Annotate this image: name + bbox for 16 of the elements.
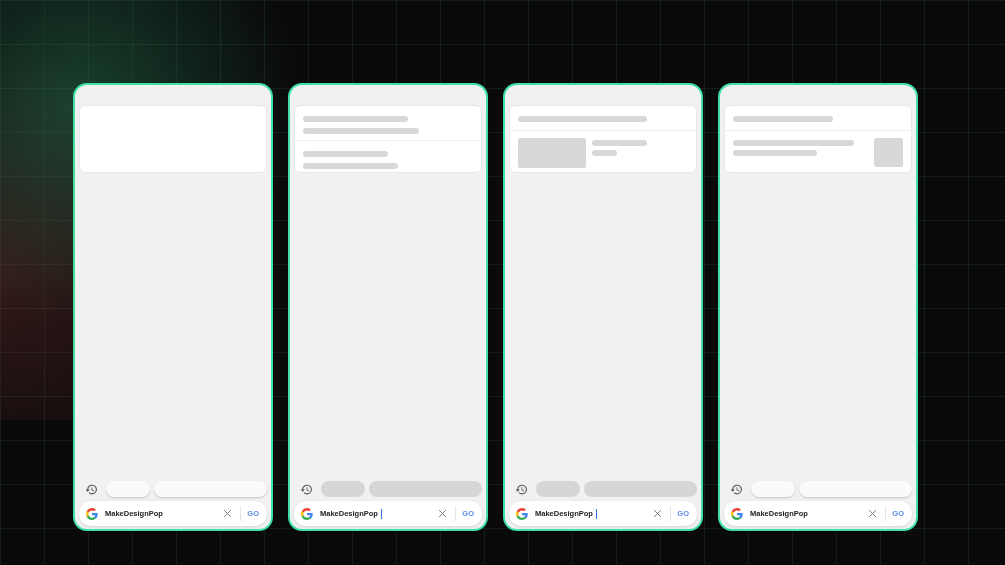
close-icon[interactable] [438, 509, 448, 518]
google-logo-icon [731, 507, 743, 520]
image-placeholder [874, 138, 903, 167]
close-icon[interactable] [868, 509, 878, 518]
history-icon[interactable] [515, 482, 528, 496]
image-placeholder [518, 138, 586, 168]
google-logo-icon [86, 507, 98, 520]
history-icon[interactable] [730, 482, 743, 496]
close-icon[interactable] [223, 509, 233, 518]
google-logo-icon [516, 507, 528, 520]
history-icon[interactable] [85, 482, 98, 496]
google-logo-icon [301, 507, 313, 520]
placeholder-line [592, 140, 647, 146]
close-icon[interactable] [653, 509, 663, 518]
placeholder-line [592, 150, 617, 156]
history-icon[interactable] [300, 482, 313, 496]
